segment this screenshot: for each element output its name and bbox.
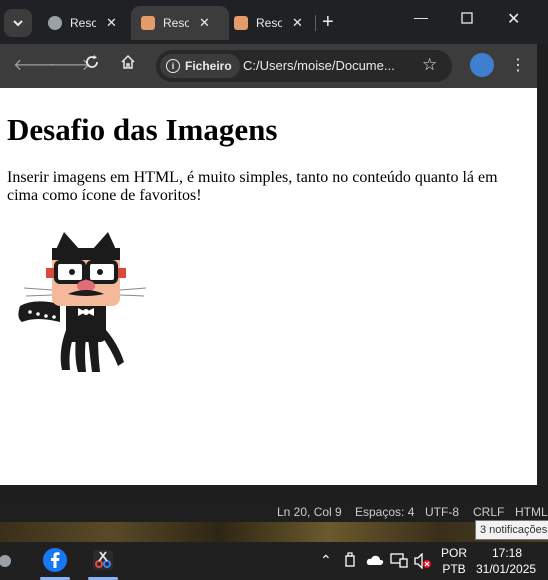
octocat-favicon-icon (141, 16, 155, 30)
chevron-down-icon (13, 20, 23, 27)
reload-button[interactable] (84, 54, 100, 75)
input-language[interactable]: POR PTB (441, 545, 467, 577)
usb-device-icon[interactable] (343, 552, 357, 568)
notification-tooltip: 3 notificações (475, 520, 548, 540)
close-tab-icon[interactable]: ✕ (199, 15, 210, 31)
address-bar[interactable]: i Ficheiro C:/Users/moise/Docume... ☆ (156, 50, 452, 82)
browser-tab-1[interactable]: Resources ✕ (40, 6, 134, 40)
system-clock[interactable]: 17:18 31/01/2025 (476, 545, 537, 577)
close-window-button[interactable]: ✕ (507, 9, 520, 29)
browser-tab-2-active[interactable]: Resources ✕ (131, 6, 229, 40)
url-text[interactable]: C:/Users/moise/Docume... (243, 58, 395, 73)
network-icon[interactable] (390, 553, 408, 569)
tab-title: Resources (163, 16, 189, 30)
security-label: Ficheiro (185, 59, 232, 73)
minimize-button[interactable]: — (414, 9, 428, 25)
tab-title: Resources (256, 16, 282, 30)
home-button[interactable] (120, 54, 136, 75)
info-icon: i (166, 59, 180, 73)
browser-tab-strip: Resources ✕ Resources ✕ Resources ✕ + — … (0, 0, 548, 44)
page-viewport: Desafio das Imagens Inserir imagens em H… (0, 88, 537, 485)
clock-time: 17:18 (491, 546, 522, 560)
window-edge (537, 88, 548, 485)
profile-avatar[interactable] (470, 53, 494, 77)
browser-tab-3[interactable]: Resources ✕ (226, 6, 320, 40)
home-icon (121, 54, 135, 69)
keyboard-layout: PTB (442, 562, 466, 576)
editor-background (0, 485, 548, 500)
site-info-chip[interactable]: i Ficheiro (160, 54, 240, 78)
maximize-button[interactable] (461, 11, 473, 27)
menu-kebab-icon[interactable]: ⋮ (510, 55, 526, 75)
language-code: POR (441, 546, 468, 560)
tab-title: Resources (70, 16, 96, 30)
snipping-tool-icon[interactable] (90, 547, 116, 573)
page-heading: Desafio das Imagens (7, 112, 278, 147)
editor-status-bar: Ln 20, Col 9 Espaços: 4 UTF-8 CRLF HTML (0, 500, 548, 522)
volume-muted-icon[interactable] (414, 553, 432, 569)
bookmark-star-icon[interactable]: ☆ (422, 55, 437, 75)
tab-search-button[interactable] (4, 9, 32, 37)
clock-date: 31/01/2025 (476, 562, 537, 576)
indentation-setting[interactable]: Espaços: 4 (355, 505, 414, 519)
desktop-wallpaper (0, 522, 548, 542)
reload-icon (86, 55, 98, 68)
cursor-position[interactable]: Ln 20, Col 9 (277, 505, 342, 519)
onedrive-cloud-icon[interactable] (366, 554, 384, 566)
tab-divider (315, 15, 316, 31)
language-mode[interactable]: HTML (515, 505, 548, 519)
page-paragraph: Inserir imagens em HTML, é muito simples… (7, 169, 498, 204)
new-tab-button[interactable]: + (322, 11, 334, 33)
close-tab-icon[interactable]: ✕ (292, 15, 303, 31)
encoding-setting[interactable]: UTF-8 (425, 505, 459, 519)
eol-setting[interactable]: CRLF (473, 505, 504, 519)
weather-widget-icon[interactable] (0, 547, 18, 573)
close-tab-icon[interactable]: ✕ (106, 15, 117, 31)
octocat-image (18, 232, 147, 372)
maximize-icon (461, 12, 473, 24)
windows-taskbar: ⌃ POR PTB 17:18 31/01/2025 (0, 542, 548, 580)
browser-toolbar: 🡐 🡒 i Ficheiro C:/Users/moise/Docume... … (0, 44, 537, 88)
facebook-icon[interactable] (42, 547, 68, 573)
octocat-favicon-icon (234, 16, 248, 30)
chevron-up-icon[interactable]: ⌃ (320, 552, 332, 569)
globe-icon (48, 16, 62, 30)
